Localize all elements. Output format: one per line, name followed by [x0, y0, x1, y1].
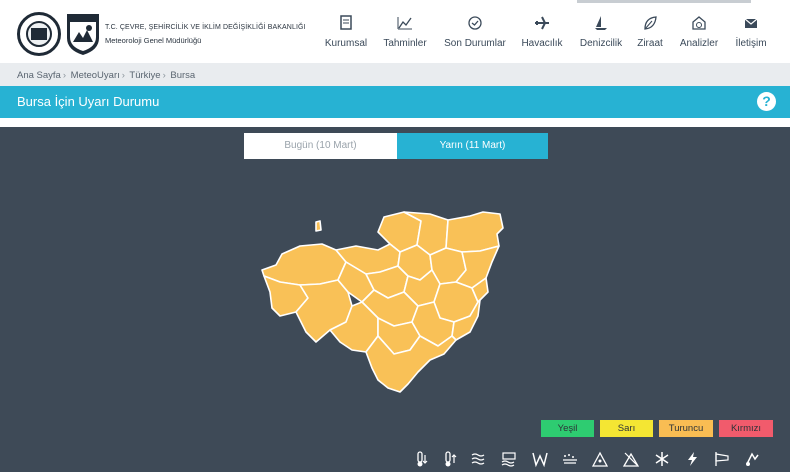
chart-icon: [397, 17, 412, 30]
legend-red: Kırmızı: [719, 420, 773, 437]
ministry-logo[interactable]: [17, 12, 61, 56]
avalanche-icon[interactable]: [591, 450, 609, 468]
analysis-icon: [692, 16, 706, 30]
help-button[interactable]: ?: [757, 92, 776, 111]
leaf-icon: [644, 16, 657, 30]
lightning-icon[interactable]: [684, 450, 702, 468]
nav-tahminler[interactable]: Tahminler: [382, 14, 428, 49]
breadcrumb-item[interactable]: Türkiye: [129, 70, 160, 81]
nav-label: Son Durumlar: [444, 38, 506, 49]
clock-icon: [468, 16, 482, 30]
site-header: T.C. ÇEVRE, ŞEHİRCİLİK VE İKLİM DEĞİŞİKL…: [0, 0, 790, 63]
wind-icon[interactable]: [531, 450, 549, 468]
flood-icon[interactable]: [500, 450, 518, 468]
legend-orange: Turuncu: [659, 420, 713, 437]
tab-today[interactable]: Bugün (10 Mart): [244, 133, 397, 159]
breadcrumb: Ana Sayfa › MeteoUyarı › Türkiye › Bursa: [0, 63, 790, 86]
nav-label: İletişim: [735, 38, 767, 49]
windsock-icon[interactable]: [713, 450, 731, 468]
sailboat-icon: [595, 16, 607, 30]
legend-green: Yeşil: [541, 420, 594, 437]
breadcrumb-separator: ›: [62, 70, 67, 81]
breadcrumb-item[interactable]: MeteoUyarı: [71, 70, 120, 81]
org-name: Meteoroloji Genel Müdürlüğü: [105, 36, 202, 45]
nav-denizcilik[interactable]: Denizcilik: [578, 14, 624, 49]
nav-havacilik[interactable]: Havacılık: [521, 14, 563, 49]
map-district[interactable]: [315, 220, 322, 232]
dust-icon[interactable]: [561, 450, 579, 468]
breadcrumb-separator: ›: [162, 70, 166, 81]
building-icon: [31, 28, 47, 40]
cold-icon[interactable]: [412, 450, 430, 468]
title-spacer: [0, 118, 790, 127]
ministry-name: T.C. ÇEVRE, ŞEHİRCİLİK VE İKLİM DEĞİŞİKL…: [105, 24, 306, 31]
breadcrumb-separator: ›: [121, 70, 125, 81]
nav-iletisim[interactable]: İletişim: [733, 14, 769, 49]
snow-melt-icon[interactable]: [622, 450, 640, 468]
map-district[interactable]: [445, 211, 504, 253]
tab-tomorrow[interactable]: Yarın (11 Mart): [397, 133, 548, 159]
book-icon: [340, 15, 352, 30]
title-bar: Bursa İçin Uyarı Durumu: [0, 86, 790, 118]
nav-ziraat[interactable]: Ziraat: [634, 14, 666, 49]
breadcrumb-item: Bursa: [170, 70, 196, 81]
nav-label: Kurumsal: [324, 38, 368, 49]
fog-icon[interactable]: [470, 450, 488, 468]
plane-icon: [535, 16, 549, 30]
nav-label: Ziraat: [637, 38, 663, 49]
page-title: Bursa İçin Uyarı Durumu: [17, 94, 160, 109]
nav-label: Denizcilik: [579, 38, 623, 49]
nav-kurumsal[interactable]: Kurumsal: [323, 14, 369, 49]
nav-label: Analizler: [679, 38, 719, 49]
storm-icon[interactable]: [743, 450, 761, 468]
legend-yellow: Sarı: [600, 420, 653, 437]
header-top-strip: [577, 0, 751, 3]
nav-label: Tahminler: [383, 38, 427, 49]
heat-icon[interactable]: [441, 450, 459, 468]
breadcrumb-item[interactable]: Ana Sayfa: [17, 70, 61, 81]
meteoroloji-logo[interactable]: [65, 12, 101, 56]
envelope-icon: [744, 18, 758, 28]
nav-son-durumlar[interactable]: Son Durumlar: [444, 14, 506, 49]
map-district[interactable]: [261, 243, 347, 286]
nav-label: Havacılık: [521, 38, 563, 49]
nav-analizler[interactable]: Analizler: [678, 14, 720, 49]
snow-icon[interactable]: [653, 450, 671, 468]
